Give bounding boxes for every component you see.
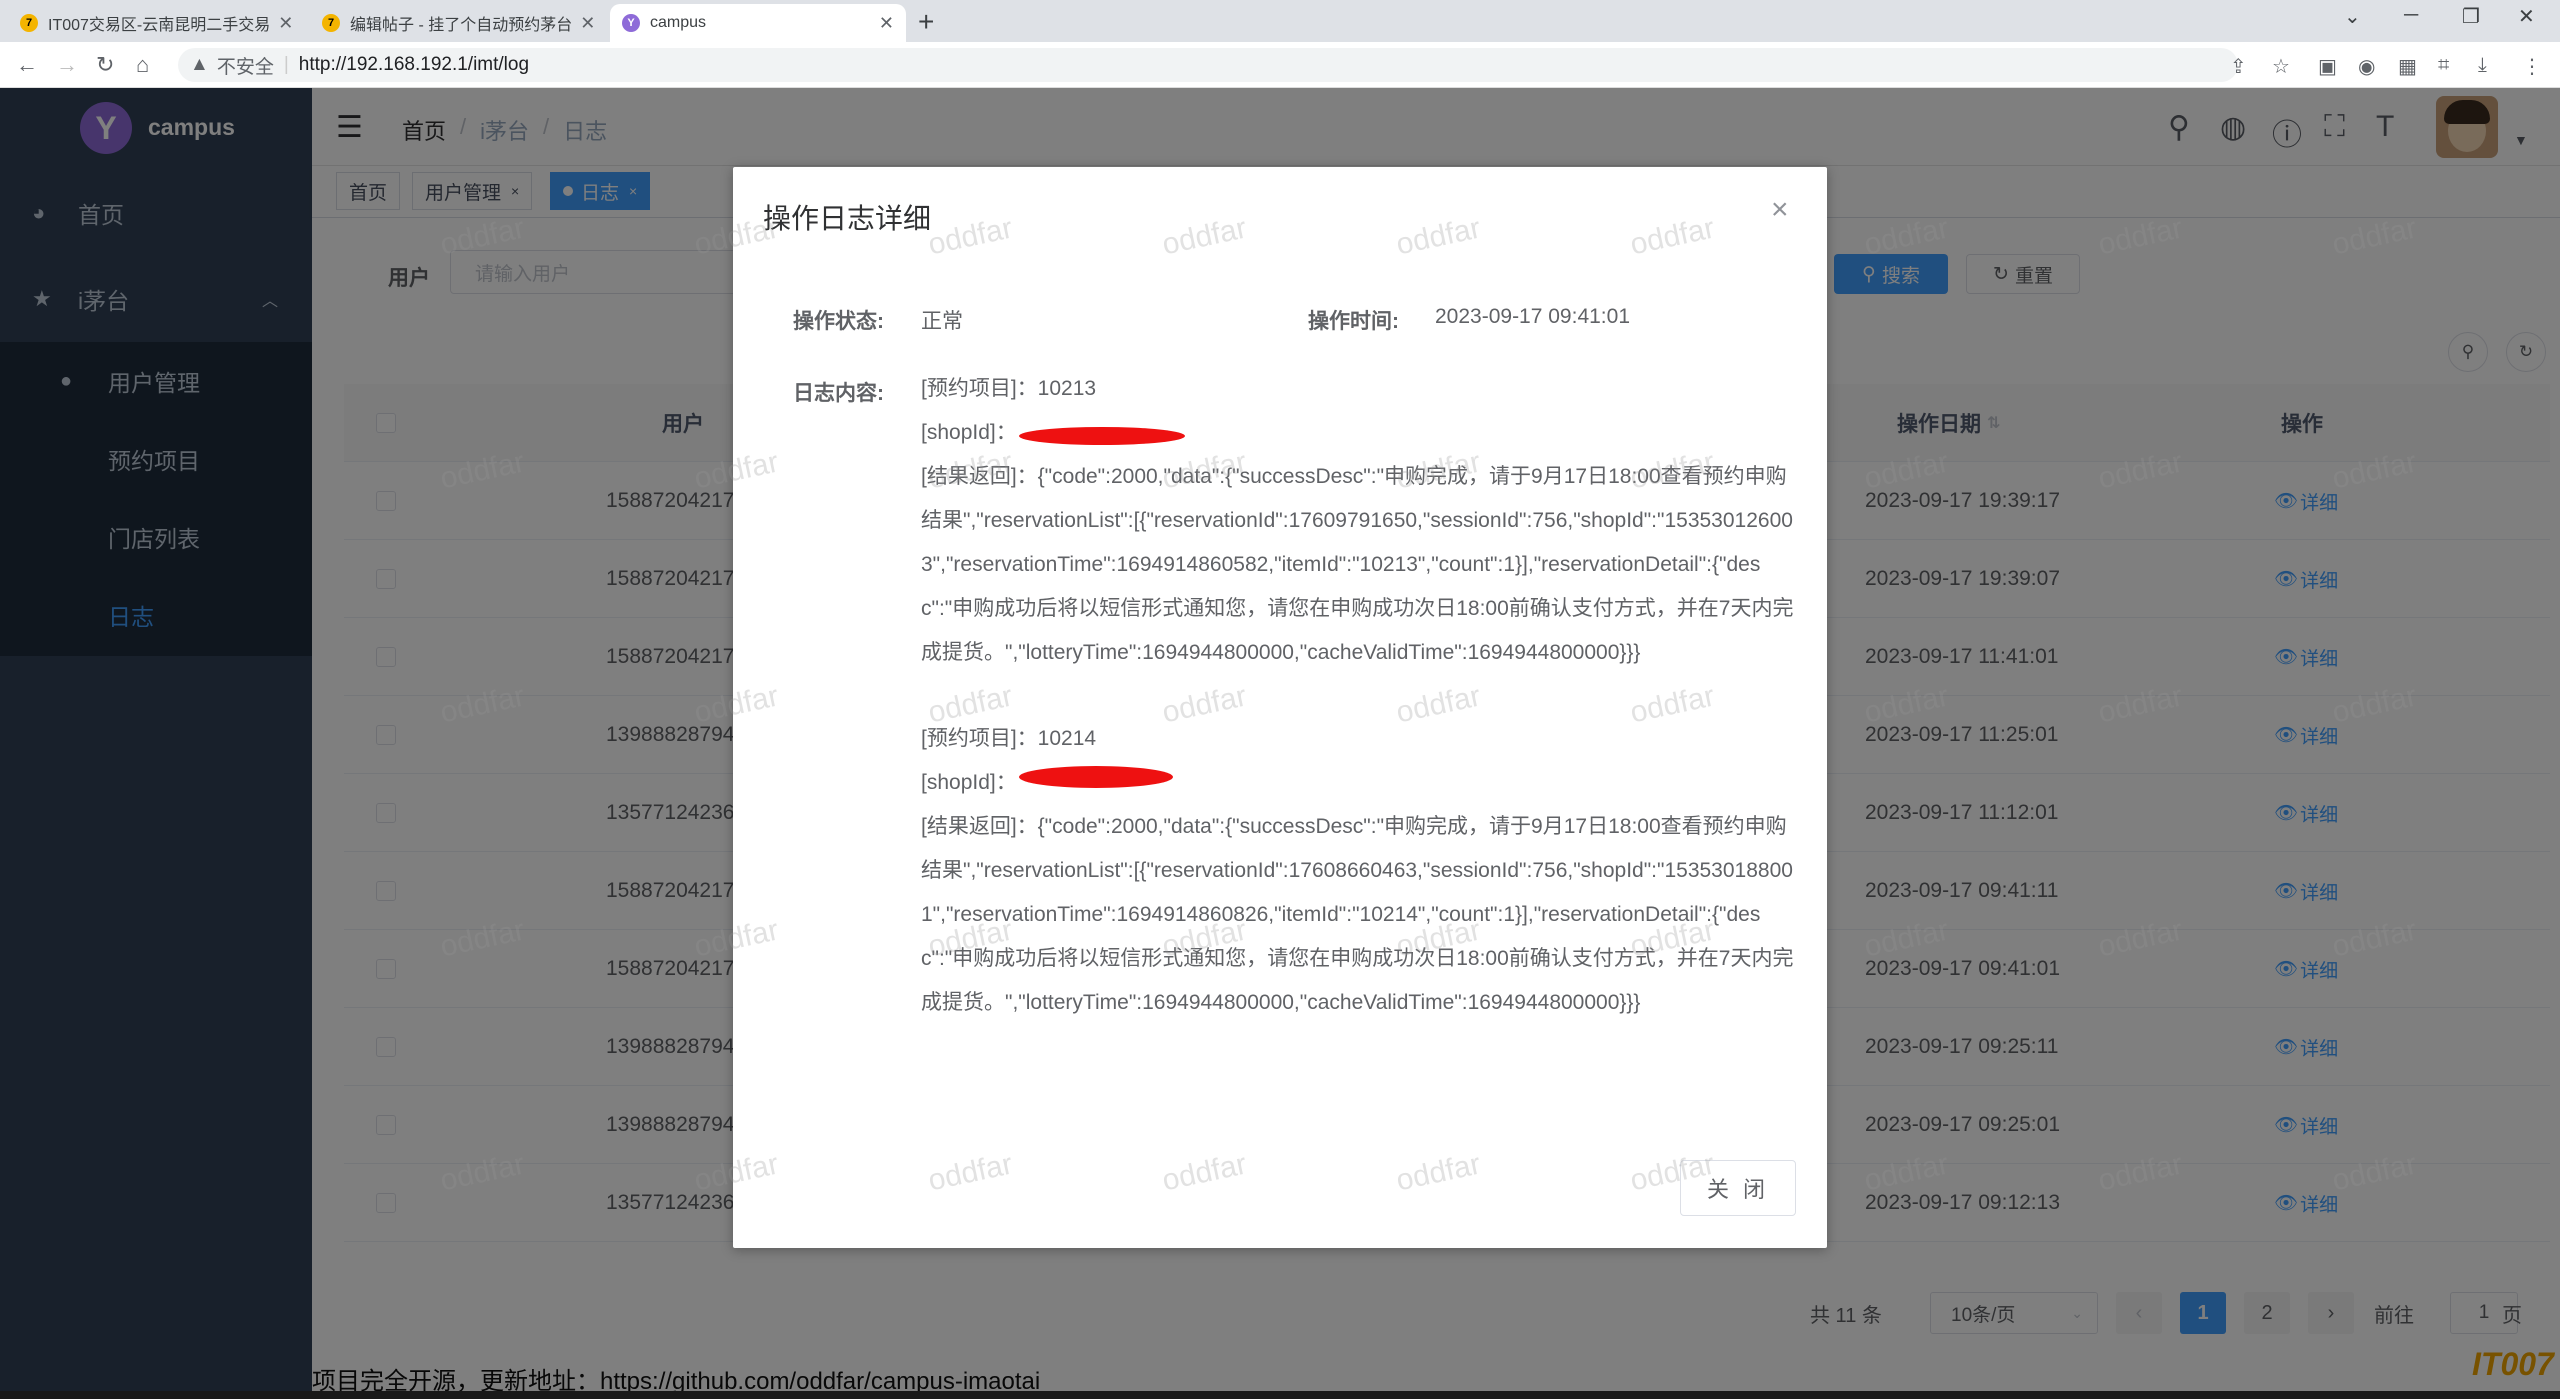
browser-tab-title: campus [650,14,707,31]
close-icon[interactable]: × [1771,193,1789,227]
close-tab-icon[interactable]: ✕ [871,13,894,34]
reload-icon[interactable]: ↻ [96,52,114,78]
new-tab-button[interactable]: + [918,6,934,38]
redaction-mark [1019,766,1173,788]
crop-icon[interactable]: ⌗ [2438,54,2449,77]
url-separator: | [283,54,289,75]
minimize-icon[interactable]: ─ [2404,4,2418,27]
content-label: 日志内容: [793,382,884,405]
url-bar[interactable]: ▲ 不安全 | http://192.168.192.1/imt/log [178,48,2238,82]
time-value: 2023-09-17 09:41:01 [1435,305,1630,328]
campus-favicon-icon: Y [622,14,640,32]
log-result-text: [结果返回]：{"code":2000,"data":{"successDesc… [921,815,1794,1014]
redaction-mark [1019,427,1185,445]
log-item-line: [预约项目]：10213 [921,377,1097,400]
close-tab-icon[interactable]: ✕ [270,13,293,34]
restore-icon[interactable]: ❐ [2462,4,2480,29]
status-label: 操作状态: [793,310,884,333]
close-dialog-button[interactable]: 关 闭 [1680,1160,1796,1216]
address-bar-row: ← → ↻ ⌂ ▲ 不安全 | http://192.168.192.1/imt… [0,42,2560,88]
log-result-text: [结果返回]：{"code":2000,"data":{"successDesc… [921,465,1794,664]
tab-favicon-icon: 7 [20,14,38,32]
share-icon[interactable]: ⇪ [2230,54,2247,79]
forward-icon[interactable]: → [56,52,78,78]
browser-tab-bar: 7 IT007交易区-云南昆明二手交易 ✕ 7 编辑帖子 - 挂了个自动预约茅台… [0,0,2560,42]
log-item-line: [预约项目]：10214 [921,727,1097,750]
browser-tab-campus[interactable]: Y campus ✕ [610,4,906,42]
extension-icon[interactable]: ◉ [2358,54,2375,79]
home-icon[interactable]: ⌂ [136,52,149,78]
bookmark-star-icon[interactable]: ☆ [2272,54,2290,79]
extension-badge-icon[interactable]: ▣ [2318,54,2337,79]
security-label: 不安全 [216,56,274,78]
browser-tab-title: IT007交易区-云南昆明二手交易 [48,17,271,34]
dialog-title: 操作日志详细 [763,203,932,234]
back-icon[interactable]: ← [16,52,38,78]
browser-tab-edit-post[interactable]: 7 编辑帖子 - 挂了个自动预约茅台 ✕ [310,4,606,42]
time-label: 操作时间: [1308,310,1399,333]
download-icon[interactable]: ⤓ [2478,54,2487,77]
log-detail-dialog: 操作日志详细 × 操作状态: 正常 操作时间: 2023-09-17 09:41… [733,167,1827,1248]
extensions-icon[interactable]: ▦ [2398,54,2417,79]
warning-icon: ▲ [190,54,209,75]
browser-tab-title: 编辑帖子 - 挂了个自动预约茅台 [350,17,573,34]
tab-search-icon[interactable]: ⌄ [2344,4,2361,29]
menu-kebab-icon[interactable]: ⋮ [2522,54,2542,79]
status-value: 正常 [921,310,963,333]
close-tab-icon[interactable]: ✕ [572,13,595,34]
tab-favicon-icon: 7 [322,14,340,32]
browser-tab-it007[interactable]: 7 IT007交易区-云南昆明二手交易 ✕ [8,4,304,42]
url-text: http://192.168.192.1/imt/log [298,54,530,75]
close-window-icon[interactable]: ✕ [2518,4,2535,29]
